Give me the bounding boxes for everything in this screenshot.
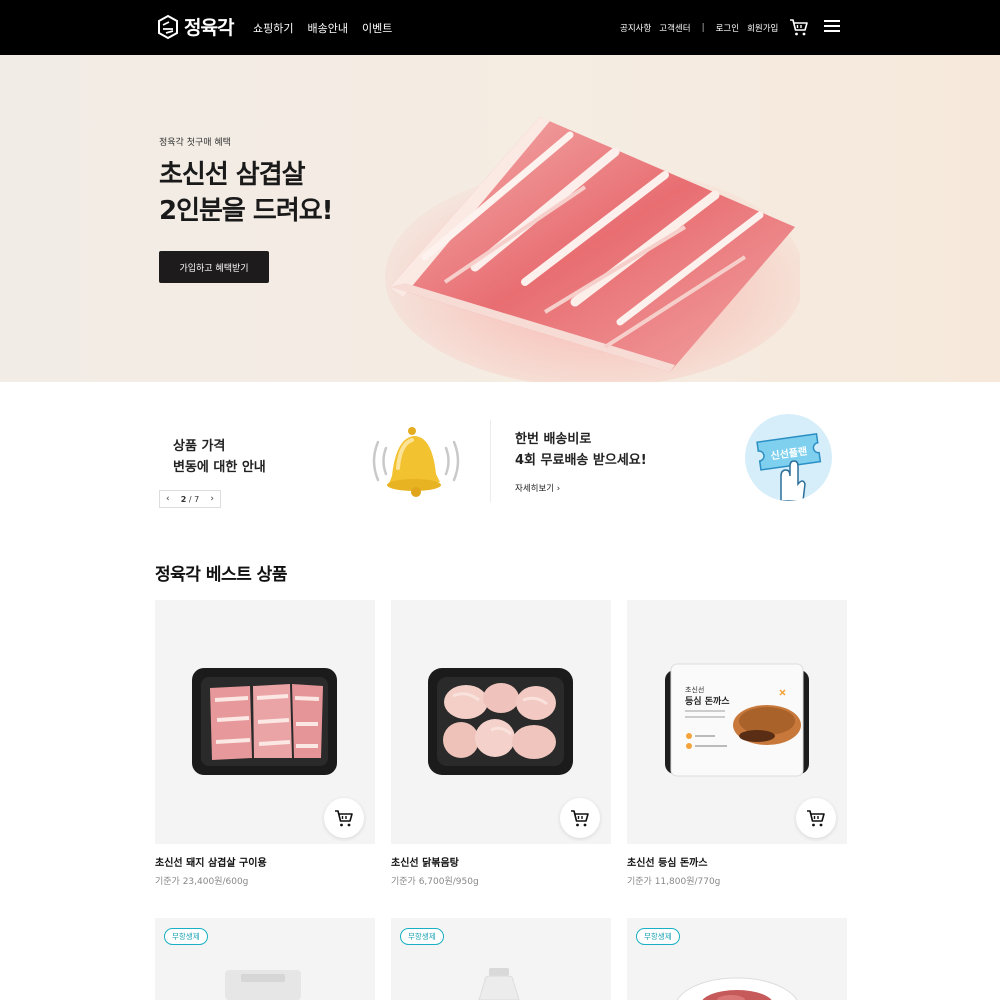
- product-name[interactable]: 초신선 돼지 삼겹살 구이용: [155, 854, 375, 869]
- product-card[interactable]: 무항생제: [391, 918, 611, 1000]
- product-card[interactable]: 무항생제: [155, 918, 375, 1000]
- notice-link[interactable]: 공지사항: [620, 22, 651, 34]
- promo-line2: 4회 무료배송 받으세요!: [515, 453, 647, 468]
- product-card[interactable]: 초신선 등심 돈까스 초신선 등심 돈까스 기준가 11,800원/770g: [627, 600, 847, 887]
- pager-prev-button[interactable]: ‹: [166, 494, 170, 504]
- logo-icon: [158, 14, 178, 39]
- product-price: 기준가 6,700원/950g: [391, 877, 479, 887]
- product-card[interactable]: 초신선 돼지 삼겹살 구이용 기준가 23,400원/600g: [155, 600, 375, 887]
- subscription-promo[interactable]: 한번 배송비로 4회 무료배송 받으세요!: [515, 429, 647, 471]
- add-to-cart-button[interactable]: [324, 798, 364, 838]
- product-image: [225, 970, 301, 1000]
- product-image[interactable]: [391, 600, 611, 844]
- hero-banner: 정육각 첫구매 혜택 초신선 삼겹살 2인분을 드려요! 가입하고 혜택받기: [0, 55, 1000, 382]
- ticket-icon: 신선플랜: [745, 414, 832, 501]
- pager-separator: /: [188, 494, 192, 504]
- product-card[interactable]: 무항생제: [627, 918, 847, 1000]
- best-products-title: 정육각 베스트 상품: [155, 565, 287, 585]
- cart-icon: [807, 810, 825, 827]
- notice-pager: ‹ 2 / 7 ›: [159, 490, 221, 508]
- info-divider: [490, 420, 491, 502]
- price-change-notice[interactable]: 상품 가격 변동에 대한 안내: [173, 436, 266, 478]
- notice-line1: 상품 가격: [173, 439, 226, 454]
- pager-total: 7: [194, 494, 200, 504]
- pager-current: 2: [180, 494, 187, 504]
- login-link[interactable]: 로그인: [716, 22, 739, 34]
- signup-benefit-button[interactable]: 가입하고 혜택받기: [159, 251, 269, 283]
- package-title: 등심 돈까스: [685, 695, 730, 707]
- product-image: [478, 968, 520, 1000]
- product-name[interactable]: 초신선 등심 돈까스: [627, 854, 847, 869]
- product-price: 기준가 23,400원/600g: [155, 877, 249, 887]
- product-price: 기준가 11,800원/770g: [627, 877, 721, 887]
- pager-status: 2 / 7: [181, 495, 199, 504]
- cart-icon: [571, 810, 589, 827]
- support-link[interactable]: 고객센터: [659, 22, 690, 34]
- product-image: [676, 977, 798, 1000]
- banner-title: 초신선 삼겹살 2인분을 드려요!: [159, 157, 334, 229]
- product-card[interactable]: 초신선 닭볶음탕 기준가 6,700원/950g: [391, 600, 611, 887]
- logo-text: 정육각: [184, 17, 234, 39]
- menu-icon[interactable]: [824, 20, 840, 34]
- nav-delivery[interactable]: 배송안내: [307, 20, 347, 36]
- pork-belly-image: [385, 117, 800, 382]
- logo[interactable]: 정육각: [157, 13, 234, 40]
- banner-title-line1: 초신선 삼겹살: [159, 160, 306, 190]
- signup-link[interactable]: 회원가입: [747, 22, 778, 34]
- notice-line2: 변동에 대한 안내: [173, 460, 266, 475]
- main-nav: 쇼핑하기 배송안내 이벤트: [253, 20, 392, 36]
- util-separator: |: [701, 23, 705, 33]
- cart-icon: [335, 810, 353, 827]
- add-to-cart-button[interactable]: [796, 798, 836, 838]
- banner-title-line2: 2인분을 드려요!: [159, 196, 334, 226]
- bell-icon: [372, 427, 460, 497]
- product-name[interactable]: 초신선 닭볶음탕: [391, 854, 611, 869]
- add-to-cart-button[interactable]: [560, 798, 600, 838]
- utility-links: 공지사항 고객센터 | 로그인 회원가입: [620, 22, 778, 34]
- package-brand: 초신선: [685, 685, 704, 694]
- cart-icon[interactable]: [789, 17, 809, 37]
- pager-next-button[interactable]: ›: [210, 494, 214, 504]
- promo-line1: 한번 배송비로: [515, 432, 592, 447]
- product-image[interactable]: [155, 600, 375, 844]
- product-image[interactable]: 초신선 등심 돈까스: [627, 600, 847, 844]
- nav-event[interactable]: 이벤트: [362, 20, 392, 36]
- nav-shopping[interactable]: 쇼핑하기: [253, 20, 293, 36]
- top-header: 정육각 쇼핑하기 배송안내 이벤트 공지사항 고객센터 | 로그인 회원가입: [0, 0, 1000, 55]
- detail-link[interactable]: 자세히보기 ›: [515, 482, 560, 494]
- banner-subtitle: 정육각 첫구매 혜택: [159, 138, 231, 148]
